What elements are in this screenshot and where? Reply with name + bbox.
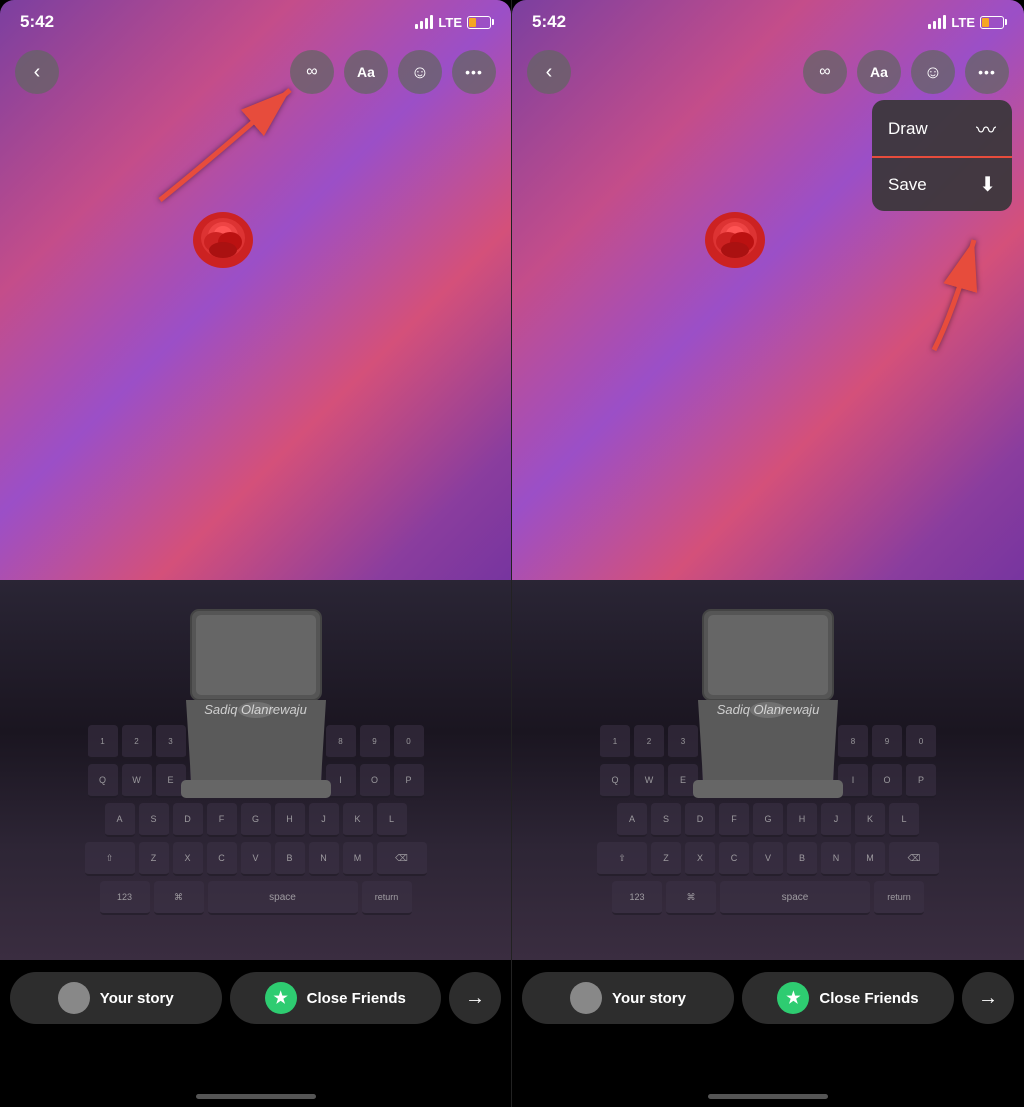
infinity-button-right[interactable]: ∞ [803,50,847,94]
lte-label-left: LTE [438,15,462,30]
share-buttons-right: Your story ★ Close Friends → [512,960,1024,1024]
watermark-right: Sadiq Olanrewaju [512,702,1024,717]
story-background-left: 1 2 3 4 5 6 7 8 9 0 Q [0,0,511,960]
phone-stand-right [678,600,858,840]
avatar-left [58,982,90,1014]
bottom-bar-right: Your story ★ Close Friends → [512,960,1024,1107]
rose-decoration-left [186,200,261,275]
toolbar-right-icons-left: ∞ Aa ☺ ••• [290,50,496,94]
bottom-bar-left: Your story ★ Close Friends → [0,960,511,1107]
save-menu-item[interactable]: Save ⬇ [872,158,1012,211]
close-friends-button-left[interactable]: ★ Close Friends [230,972,442,1024]
send-button-left[interactable]: → [449,972,501,1024]
battery-icon-left [467,16,491,29]
your-story-button-left[interactable]: Your story [10,972,222,1024]
toolbar-left: ‹ ∞ Aa ☺ ••• [0,50,511,94]
your-story-label-right: Your story [612,990,686,1007]
close-friends-label-right: Close Friends [819,990,918,1007]
your-story-button-right[interactable]: Your story [522,972,734,1024]
send-arrow-right: → [978,987,998,1010]
signal-icon-left [415,15,433,29]
rose-decoration-right [698,200,773,275]
send-arrow-left: → [465,987,485,1010]
draw-icon: 〰 [976,114,996,143]
avatar-right [570,982,602,1014]
time-right: 5:42 [532,12,566,32]
toolbar-right: ‹ ∞ Aa ☺ ••• [512,50,1024,94]
home-indicator-right [708,1094,828,1099]
back-button-left[interactable]: ‹ [15,50,59,94]
status-icons-right: LTE [928,15,1004,30]
more-button-left[interactable]: ••• [452,50,496,94]
share-buttons-left: Your story ★ Close Friends → [0,960,511,1024]
sticker-button-right[interactable]: ☺ [911,50,955,94]
your-story-label-left: Your story [100,990,174,1007]
send-button-right[interactable]: → [962,972,1014,1024]
sticker-button-left[interactable]: ☺ [398,50,442,94]
phone-screen-right: 1 2 3 4 5 6 7 8 9 0 Q [512,0,1024,1107]
phone-screen-left: 1 2 3 4 5 6 7 8 9 0 Q [0,0,512,1107]
save-label: Save [888,175,927,195]
watermark-left: Sadiq Olanrewaju [0,702,511,717]
signal-icon-right [928,15,946,29]
time-left: 5:42 [20,12,54,32]
close-friends-label-left: Close Friends [307,990,406,1007]
status-icons-left: LTE [415,15,491,30]
toolbar-right-icons-right: ∞ Aa ☺ ••• [803,50,1009,94]
status-bar-right: 5:42 LTE [512,0,1024,44]
draw-label: Draw [888,119,928,139]
draw-menu-item[interactable]: Draw 〰 [872,100,1012,158]
battery-icon-right [980,16,1004,29]
infinity-button-left[interactable]: ∞ [290,50,334,94]
save-icon: ⬇ [979,172,996,197]
close-friends-button-right[interactable]: ★ Close Friends [742,972,954,1024]
screens-container: 1 2 3 4 5 6 7 8 9 0 Q [0,0,1024,1107]
dropdown-menu-right: Draw 〰 Save ⬇ [872,100,1012,211]
text-button-right[interactable]: Aa [857,50,901,94]
status-bar-left: 5:42 LTE [0,0,511,44]
text-button-left[interactable]: Aa [344,50,388,94]
phone-stand-left [166,600,346,840]
back-button-right[interactable]: ‹ [527,50,571,94]
more-button-right[interactable]: ••• [965,50,1009,94]
home-indicator-left [196,1094,316,1099]
close-friends-icon-left: ★ [265,982,297,1014]
close-friends-icon-right: ★ [777,982,809,1014]
lte-label-right: LTE [951,15,975,30]
